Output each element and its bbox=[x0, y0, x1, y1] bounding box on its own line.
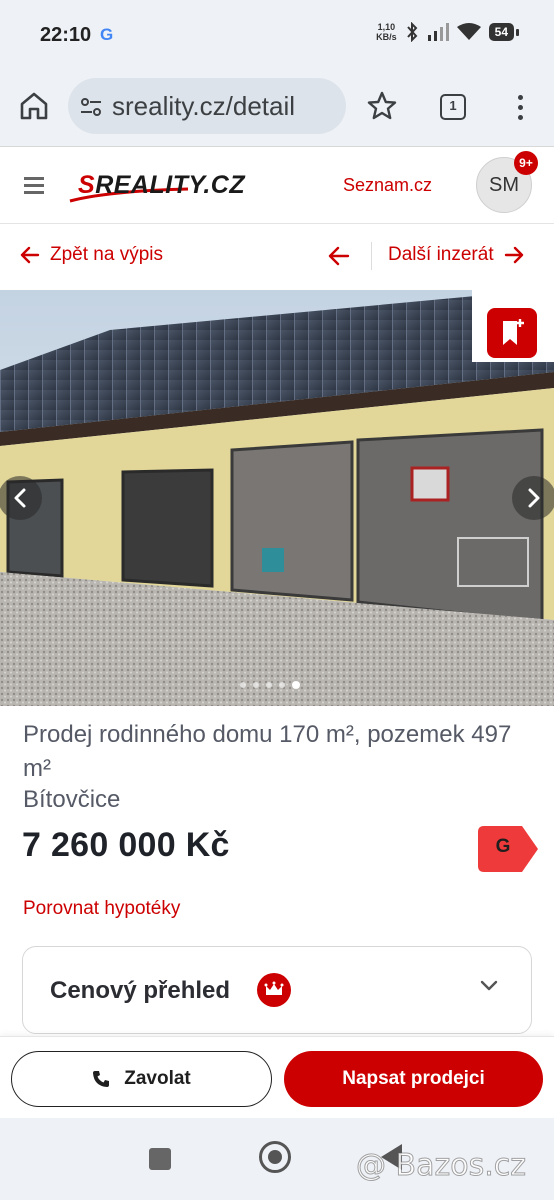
arrow-left-icon bbox=[20, 246, 40, 264]
bluetooth-icon bbox=[406, 22, 418, 42]
listing-navigation: Zpět na výpis Další inzerát bbox=[0, 224, 554, 290]
network-speed: 1,10 KB/s bbox=[376, 22, 397, 42]
chevron-right-icon bbox=[528, 488, 540, 508]
google-app-icon: G bbox=[100, 25, 114, 44]
bazos-watermark: @ Bazos.cz bbox=[355, 1148, 527, 1184]
browser-toolbar: sreality.cz/detail 1 bbox=[0, 70, 554, 146]
arrow-right-icon bbox=[504, 246, 523, 264]
listing-photo[interactable] bbox=[0, 290, 554, 706]
pagination-dot[interactable] bbox=[279, 682, 285, 688]
url-text[interactable]: sreality.cz/detail bbox=[112, 91, 295, 122]
seznam-link[interactable]: Seznam.cz bbox=[343, 175, 432, 196]
recents-icon[interactable] bbox=[149, 1148, 171, 1170]
logo-first-letter: S bbox=[78, 171, 96, 199]
energy-class-label: G bbox=[495, 836, 511, 857]
battery-icon: 54 bbox=[488, 23, 520, 41]
crown-icon bbox=[257, 973, 291, 1007]
write-seller-label: Napsat prodejci bbox=[342, 1068, 485, 1089]
crown-glyph bbox=[264, 981, 284, 995]
chevron-down-icon bbox=[480, 980, 498, 991]
back-to-list-link[interactable]: Zpět na výpis bbox=[20, 244, 163, 266]
pagination-dot[interactable] bbox=[240, 682, 246, 688]
photo-next-button[interactable] bbox=[512, 476, 554, 520]
signal-icon bbox=[427, 23, 449, 41]
energy-class-badge[interactable]: G bbox=[478, 826, 538, 872]
home-circle-icon[interactable] bbox=[259, 1141, 291, 1173]
logo-rest: REALITY.CZ bbox=[95, 171, 246, 199]
chevron-left-icon bbox=[14, 488, 26, 508]
listing-title: Prodej rodinného domu 170 m², pozemek 49… bbox=[23, 721, 512, 782]
notification-badge: 9+ bbox=[514, 151, 538, 175]
contact-action-bar: Zavolat Napsat prodejci bbox=[0, 1036, 554, 1118]
compare-mortgages-link[interactable]: Porovnat hypotéky bbox=[23, 898, 180, 920]
more-menu-icon[interactable] bbox=[510, 92, 530, 124]
wifi-icon bbox=[456, 23, 481, 40]
call-button[interactable]: Zavolat bbox=[11, 1051, 272, 1107]
network-speed-value: 1,10 bbox=[377, 22, 396, 32]
listing-location[interactable]: Bítovčice bbox=[23, 786, 120, 814]
listing-price: 7 260 000 Kč bbox=[22, 826, 230, 864]
next-listing-label: Další inzerát bbox=[388, 244, 494, 265]
next-listing-link[interactable]: Další inzerát bbox=[388, 244, 524, 266]
bookmark-add-icon bbox=[503, 319, 524, 345]
write-seller-button[interactable]: Napsat prodejci bbox=[284, 1051, 543, 1107]
photo-previous-button[interactable] bbox=[0, 476, 42, 520]
tab-switcher-button[interactable]: 1 bbox=[440, 94, 466, 120]
status-bar: 22:10 G 1,10 KB/s 54 bbox=[0, 0, 554, 70]
save-listing-button[interactable] bbox=[487, 308, 537, 358]
network-speed-unit: KB/s bbox=[376, 32, 397, 42]
nav-divider bbox=[371, 242, 372, 270]
status-icons: 1,10 KB/s 54 bbox=[376, 22, 520, 42]
hamburger-menu-icon[interactable] bbox=[24, 177, 44, 194]
logo-text: SREALITY.CZ bbox=[78, 171, 245, 200]
price-overview-label: Cenový přehled bbox=[50, 977, 231, 1004]
bookmark-star-icon[interactable] bbox=[366, 90, 398, 122]
back-to-list-label: Zpět na výpis bbox=[50, 244, 163, 265]
site-settings-icon[interactable] bbox=[80, 96, 102, 118]
previous-listing-icon[interactable] bbox=[328, 246, 350, 266]
sreality-logo[interactable]: SREALITY.CZ bbox=[68, 165, 300, 205]
price-overview-accordion[interactable]: Cenový přehled bbox=[22, 946, 532, 1034]
phone-icon bbox=[93, 1071, 110, 1087]
status-time: 22:10 bbox=[40, 24, 92, 46]
pagination-dot[interactable] bbox=[292, 681, 300, 689]
call-button-label: Zavolat bbox=[124, 1068, 191, 1089]
address-bar[interactable]: sreality.cz/detail bbox=[68, 78, 346, 134]
site-header: SREALITY.CZ Seznam.cz SM 9+ bbox=[0, 146, 554, 224]
pagination-dot[interactable] bbox=[266, 682, 272, 688]
pagination-dot[interactable] bbox=[253, 682, 259, 688]
home-icon[interactable] bbox=[16, 88, 52, 124]
photo-pagination bbox=[240, 681, 300, 689]
property-photo-illustration bbox=[0, 290, 554, 706]
